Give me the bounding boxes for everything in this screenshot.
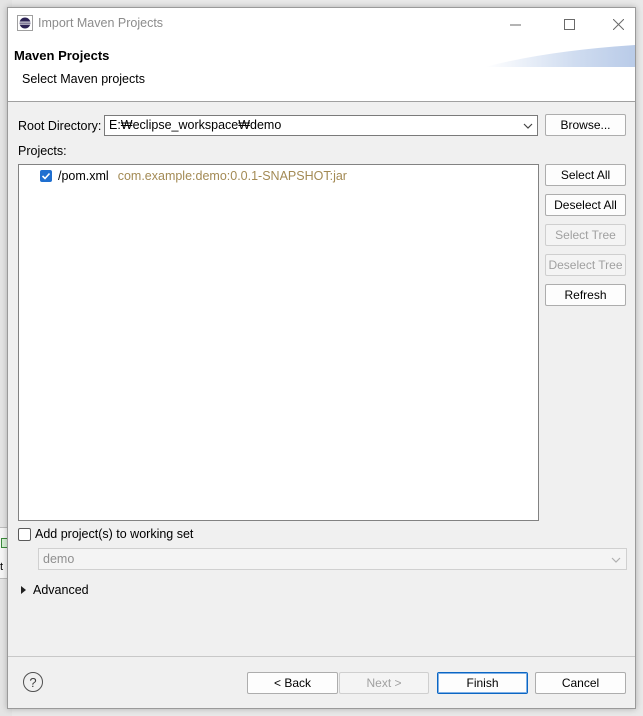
title-bar: Import Maven Projects [8, 8, 635, 39]
projects-label: Projects: [18, 144, 67, 158]
project-name: /pom.xml [58, 169, 109, 183]
cancel-button[interactable]: Cancel [535, 672, 626, 694]
help-button[interactable]: ? [23, 672, 43, 692]
deselect-all-button[interactable]: Deselect All [545, 194, 626, 216]
minimize-icon [509, 24, 521, 25]
checkmark-icon [41, 172, 51, 180]
working-set-option[interactable]: Add project(s) to working set [18, 527, 193, 541]
select-tree-button[interactable]: Select Tree [545, 224, 626, 246]
eclipse-app-icon [17, 15, 33, 31]
deselect-tree-button[interactable]: Deselect Tree [545, 254, 626, 276]
expand-arrow-icon [21, 586, 26, 594]
advanced-label: Advanced [33, 583, 89, 597]
chevron-down-icon [523, 123, 533, 129]
browse-button[interactable]: Browse... [545, 114, 626, 136]
page-title: Maven Projects [14, 48, 110, 63]
page-description: Select Maven projects [22, 72, 145, 86]
close-icon [612, 18, 624, 30]
wizard-banner-graphic [485, 45, 635, 67]
project-artifact-id: com.example:demo:0.0.1-SNAPSHOT:jar [117, 169, 347, 183]
maximize-button[interactable] [551, 12, 587, 36]
project-row[interactable]: /pom.xml com.example:demo:0.0.1-SNAPSHOT… [40, 168, 347, 184]
projects-tree[interactable]: /pom.xml com.example:demo:0.0.1-SNAPSHOT… [18, 164, 539, 521]
root-directory-value: E:₩eclipse_workspace₩demo [109, 118, 282, 132]
working-set-combo[interactable]: demo [38, 548, 627, 570]
next-button[interactable]: Next > [339, 672, 429, 694]
footer-separator [8, 656, 635, 657]
import-maven-dialog: Import Maven Projects Maven Projects Sel… [7, 7, 636, 709]
back-button[interactable]: < Back [247, 672, 338, 694]
working-set-value: demo [43, 552, 75, 566]
minimize-button[interactable] [497, 12, 533, 36]
finish-button[interactable]: Finish [437, 672, 528, 694]
background-text: t [0, 561, 4, 573]
project-checkbox[interactable] [40, 170, 52, 182]
wizard-header: Maven Projects Select Maven projects [8, 39, 635, 102]
root-directory-label: Root Directory: [18, 119, 102, 133]
maximize-icon [563, 18, 575, 30]
advanced-section-toggle[interactable]: Advanced [21, 583, 89, 597]
root-directory-combo[interactable]: E:₩eclipse_workspace₩demo [104, 115, 538, 136]
working-set-label: Add project(s) to working set [35, 527, 194, 541]
help-icon: ? [29, 674, 37, 690]
select-all-button[interactable]: Select All [545, 164, 626, 186]
refresh-button[interactable]: Refresh [545, 284, 626, 306]
working-set-checkbox[interactable] [18, 527, 31, 541]
chevron-down-icon [611, 557, 621, 563]
window-title: Import Maven Projects [38, 16, 164, 30]
close-button[interactable] [600, 12, 636, 36]
